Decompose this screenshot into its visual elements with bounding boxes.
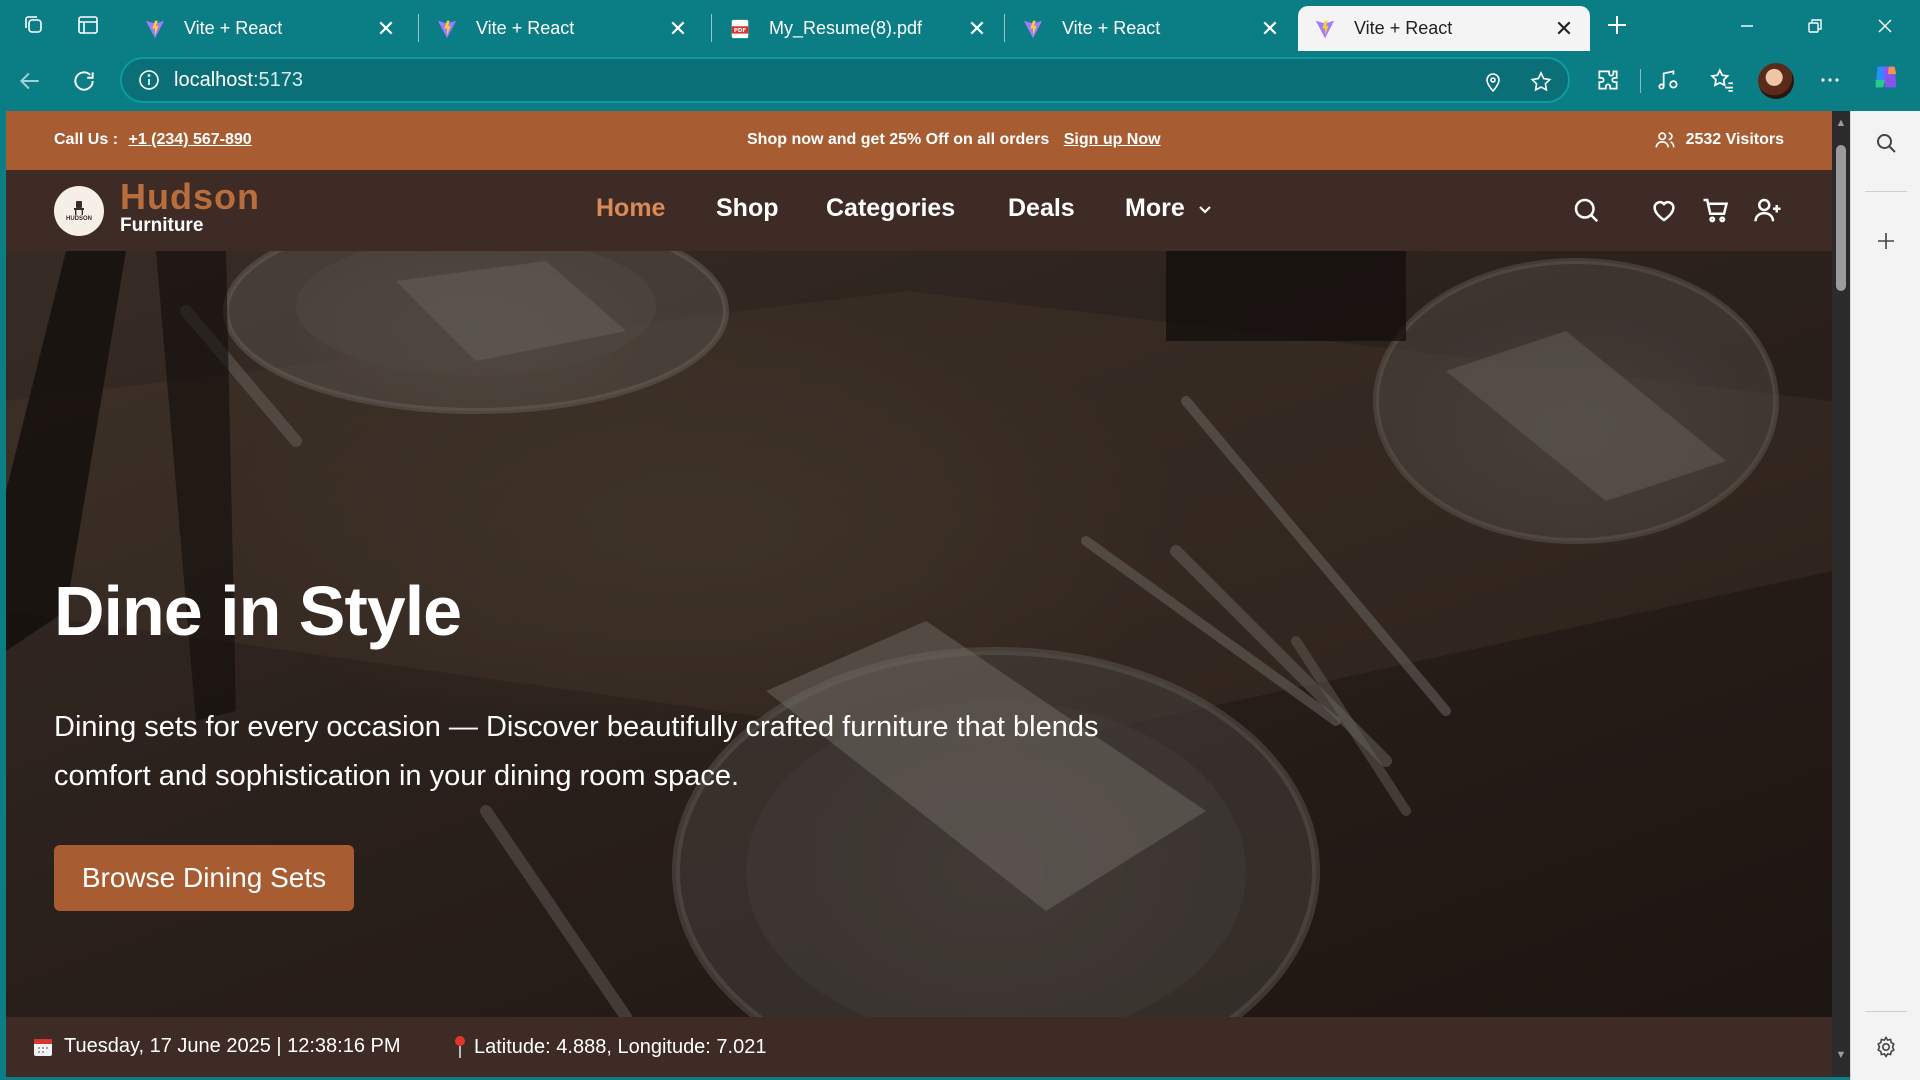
back-button[interactable] [12, 63, 48, 99]
sidebar-divider [1865, 191, 1907, 192]
tab-title: My_Resume(8).pdf [769, 18, 923, 38]
chair-icon [74, 201, 84, 215]
datetime-display: Tuesday, 17 June 2025 | 12:38:16 PM [32, 1035, 401, 1058]
favorites-icon[interactable] [1706, 64, 1738, 96]
url-port: :5173 [252, 68, 303, 91]
vite-icon [145, 20, 165, 38]
url-text: localhost:5173 [174, 69, 303, 92]
browser-tab[interactable]: Vite + React ✕ [1006, 6, 1296, 51]
call-label: Call Us : [54, 131, 119, 148]
close-tab-icon[interactable]: ✕ [965, 16, 989, 41]
nav-shop[interactable]: Shop [716, 194, 779, 223]
browser-tab[interactable]: Vite + React ✕ [420, 6, 704, 51]
call-us: Call Us : +1 (234) 567-890 [54, 131, 252, 149]
scrollbar-thumb[interactable] [1836, 145, 1846, 291]
promo-bar: Call Us : +1 (234) 567-890 Shop now and … [6, 111, 1832, 170]
nav-more[interactable]: More [1125, 194, 1213, 223]
sidebar-add-icon[interactable] [1870, 225, 1902, 257]
nav-categories[interactable]: Categories [826, 194, 955, 223]
scroll-up-arrow-icon[interactable]: ▲ [1835, 117, 1847, 129]
vite-icon [1315, 20, 1335, 38]
brand-name[interactable]: Hudson Furniture [120, 178, 260, 236]
offer-text: Shop now and get 25% Off on all orders [747, 131, 1050, 148]
hero-description: Dining sets for every occasion — Discove… [54, 711, 1099, 792]
tab-divider [711, 14, 712, 42]
chevron-down-icon [1198, 205, 1211, 214]
tab-divider [418, 14, 419, 42]
page-scrollbar[interactable]: ▲ ▼ [1832, 111, 1850, 1077]
address-bar[interactable]: localhost:5173 [120, 57, 1570, 103]
profile-avatar[interactable] [1758, 63, 1794, 99]
restore-button[interactable] [1790, 6, 1840, 46]
close-tab-icon[interactable]: ✕ [374, 16, 398, 41]
browser-tab-bar: Vite + React ✕ Vite + React ✕ PDF My_Res… [0, 0, 1920, 51]
tab-divider [1004, 14, 1005, 42]
tab-title: Vite + React [1354, 18, 1453, 38]
logo-text: HUDSON [65, 216, 92, 222]
svg-text:PDF: PDF [734, 28, 747, 34]
wishlist-heart-icon[interactable] [1648, 194, 1680, 226]
nav-home[interactable]: Home [596, 194, 665, 223]
cart-icon[interactable] [1700, 194, 1732, 226]
sidebar-settings-gear-icon[interactable] [1870, 1031, 1902, 1063]
map-pin-icon [455, 1036, 465, 1058]
hero-section: Dine in Style Dining sets for every occa… [6, 251, 1832, 1017]
favorite-star-icon[interactable] [1528, 69, 1554, 95]
tab-title: Vite + React [1062, 18, 1161, 38]
url-host: localhost [174, 68, 253, 91]
promo-offer: Shop now and get 25% Off on all orders S… [747, 131, 1161, 149]
sidebar-divider [1865, 1011, 1907, 1012]
vite-icon [1023, 20, 1043, 38]
browser-toolbar: localhost:5173 [0, 51, 1920, 109]
new-tab-button[interactable] [1600, 8, 1634, 42]
calendar-icon [34, 1038, 52, 1056]
brand-logo[interactable]: HUDSON [54, 186, 104, 236]
users-icon [1655, 132, 1675, 148]
refresh-button[interactable] [66, 63, 102, 99]
more-options-icon[interactable] [1814, 64, 1846, 96]
workspaces-icon[interactable] [18, 10, 50, 40]
browser-sidebar [1850, 111, 1920, 1080]
location-display: Latitude: 4.888, Longitude: 7.021 [452, 1035, 766, 1059]
info-bar: Tuesday, 17 June 2025 | 12:38:16 PM Lati… [6, 1017, 1832, 1077]
scroll-down-arrow-icon[interactable]: ▼ [1835, 1049, 1847, 1061]
location-pin-icon[interactable] [1480, 69, 1506, 95]
pdf-icon: PDF [731, 19, 749, 38]
location-text: Latitude: 4.888, Longitude: 7.021 [474, 1035, 767, 1058]
nav-deals[interactable]: Deals [1008, 194, 1075, 223]
site-header: HUDSON Hudson Furniture Home Shop Catego… [6, 170, 1832, 251]
hero-title: Dine in Style [54, 572, 462, 650]
page-viewport: Call Us : +1 (234) 567-890 Shop now and … [6, 111, 1832, 1077]
phone-link[interactable]: +1 (234) 567-890 [128, 131, 251, 148]
browser-tab-active[interactable]: Vite + React ✕ [1298, 6, 1590, 51]
toolbar-divider [1640, 69, 1641, 93]
datetime-text: Tuesday, 17 June 2025 | 12:38:16 PM [64, 1035, 401, 1057]
close-tab-icon[interactable]: ✕ [1552, 16, 1576, 41]
minimize-button[interactable] [1722, 6, 1772, 46]
signup-link[interactable]: Sign up Now [1064, 131, 1161, 148]
browse-dining-sets-button[interactable]: Browse Dining Sets [54, 845, 354, 911]
vite-icon [437, 20, 457, 38]
add-user-icon[interactable] [1752, 194, 1784, 226]
extensions-icon[interactable] [1592, 64, 1624, 96]
brand-subtitle: Furniture [120, 215, 204, 236]
media-icon[interactable] [1652, 64, 1684, 96]
site-info-icon[interactable] [138, 69, 160, 91]
sidebar-search-icon[interactable] [1870, 127, 1902, 159]
close-tab-icon[interactable]: ✕ [1258, 16, 1282, 41]
visitors-counter: 2532 Visitors [1654, 129, 1784, 151]
tab-actions-icon[interactable] [72, 10, 104, 40]
visitors-count: 2532 Visitors [1685, 131, 1784, 148]
copilot-icon[interactable] [1870, 61, 1902, 93]
tab-title: Vite + React [476, 18, 575, 38]
close-window-button[interactable] [1860, 6, 1910, 46]
browser-tab[interactable]: Vite + React ✕ [128, 6, 412, 51]
browser-tab[interactable]: PDF My_Resume(8).pdf ✕ [713, 6, 1003, 51]
search-icon[interactable] [1570, 194, 1602, 226]
close-tab-icon[interactable]: ✕ [666, 16, 690, 41]
tab-title: Vite + React [184, 18, 283, 38]
brand-title: Hudson [120, 176, 260, 217]
nav-more-label: More [1125, 194, 1185, 222]
